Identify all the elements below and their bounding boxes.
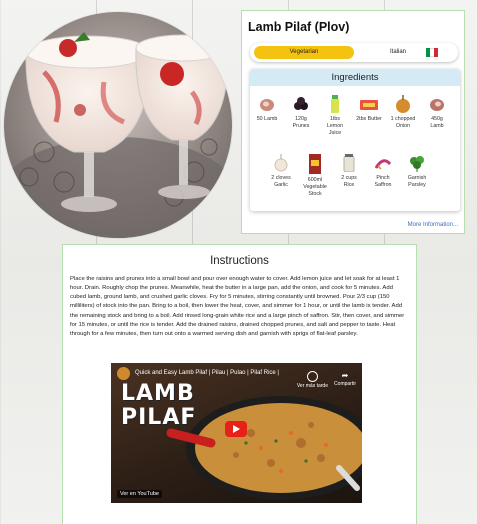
play-button-icon[interactable] [225,421,247,437]
clock-icon [306,371,318,382]
ingredient-item: 600ml Vegetable Stock [302,154,328,198]
parsley-icon [410,156,424,172]
watch-later-button[interactable]: Ver más tarde [297,371,328,389]
video-player[interactable]: Quick and Easy Lamb Pilaf | Pilau | Pula… [111,363,362,503]
video-overlay-pilaf: PILAF [121,405,197,430]
instructions-heading: Instructions [210,255,269,267]
ingredient-item: 50 Lamb [254,95,280,123]
saffron-icon [374,159,392,170]
recipe-card: Lamb Pilaf (Plov) Vegetarian Italian Ing… [241,10,465,234]
garlic-icon [274,154,288,172]
prunes-icon [294,97,308,110]
ingredients-panel: Ingredients 50 Lamb 120g Prunes 1tbs Lem… [250,69,460,211]
ingredient-item: 1 chopped Onion [390,95,416,130]
cuisine-label: Italian [390,49,407,55]
instructions-panel: Instructions Place the raisins and prune… [62,244,417,524]
lamb-icon [430,99,444,111]
ingredient-item: 2 cloves Garlic [268,154,294,189]
recipe-photo [4,12,232,238]
video-title[interactable]: Quick and Easy Lamb Pilaf | Pilau | Pula… [135,370,279,376]
video-overlay-lamb: LAMB [121,381,195,406]
stock-icon [309,154,321,174]
share-button[interactable]: ➦ Compartir [334,371,356,387]
ingredient-item: 2 cups Rice [336,154,362,189]
ingredient-item: Garnish Parsley [404,154,430,189]
rice-icon [343,154,355,172]
lemon-juice-icon [331,95,339,113]
more-information-link[interactable]: More Information... [408,222,458,228]
onion-icon [396,95,410,113]
ingredient-item: 450g Lamb [424,95,450,130]
ingredients-heading: Ingredients [250,69,460,86]
channel-avatar[interactable] [117,367,130,380]
ingredient-item: 1tbs Lemon Juice [322,95,348,137]
recipe-title: Lamb Pilaf (Plov) [248,20,350,34]
ingredient-item: Pinch Saffron [370,154,396,189]
instructions-text: Place the raisins and prunes into a smal… [70,276,405,337]
diet-cuisine-toggle[interactable]: Vegetarian Italian [250,43,458,62]
share-icon: ➦ [341,371,349,380]
ingredient-item: 120g Prunes [288,95,314,130]
lamb-icon [260,99,274,111]
italy-flag-icon [426,48,438,57]
watch-on-youtube-link[interactable]: Ver en YouTube [117,490,162,498]
butter-icon [360,100,378,110]
vegetarian-badge[interactable]: Vegetarian [254,46,354,59]
ingredient-item: 2tbs Butter [356,95,382,123]
